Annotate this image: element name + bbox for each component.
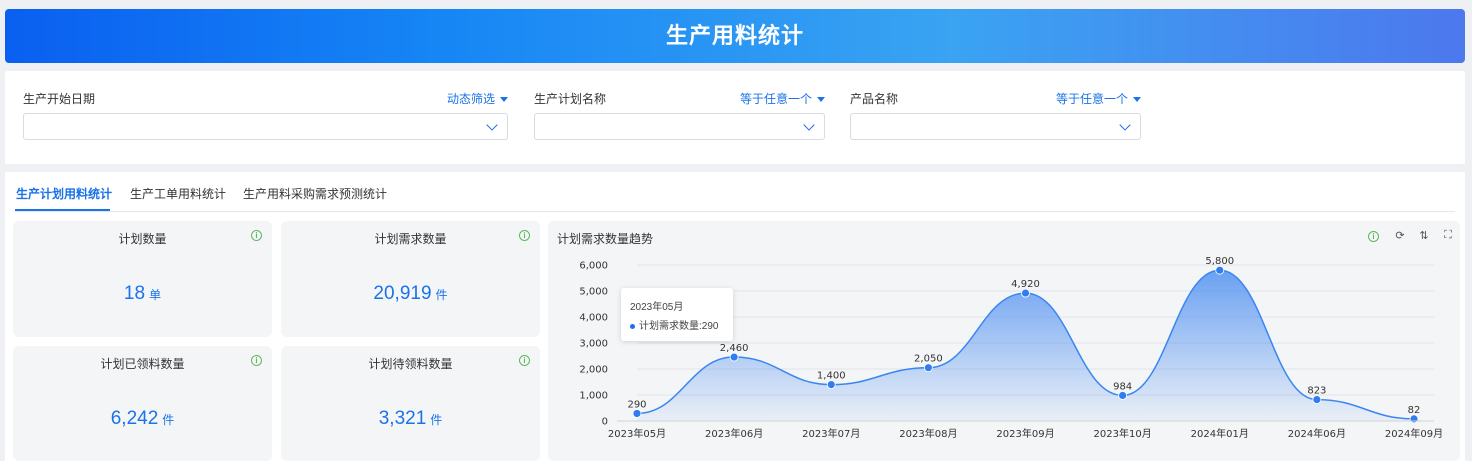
data-label: 1,400	[817, 371, 846, 382]
filter-mode-dropdown[interactable]: 动态筛选	[447, 90, 508, 107]
filter-mode-label: 等于任意一个	[739, 92, 812, 106]
y-tick-label: 3,000	[579, 339, 608, 350]
data-label: 290	[627, 399, 646, 410]
filter-mode-dropdown[interactable]: 等于任意一个	[1056, 90, 1141, 107]
data-point	[1409, 414, 1419, 424]
kpi-card-plan-count: 计划数量 i 18 单	[13, 221, 272, 337]
card-unit: 件	[430, 413, 443, 427]
y-tick-label: 6,000	[579, 261, 608, 272]
x-tick-label: 2024年06月	[1288, 427, 1346, 440]
filter-mode-label: 等于任意一个	[1055, 92, 1128, 106]
card-unit: 件	[162, 413, 175, 427]
y-tick-label: 1,000	[579, 391, 608, 402]
tab-purchase-forecast[interactable]: 生产用料采购需求预测统计	[243, 185, 387, 202]
x-tick-label: 2024年09月	[1385, 427, 1443, 440]
data-point	[1118, 391, 1128, 400]
kpi-card-plan-demand: 计划需求数量 i 20,919 件	[281, 221, 540, 337]
y-tick-label: 2,000	[579, 365, 608, 376]
data-point	[826, 380, 836, 390]
filter-mode-label: 动态筛选	[446, 92, 495, 106]
tab-workorder-material[interactable]: 生产工单用料统计	[130, 185, 226, 202]
x-tick-label: 2024年01月	[1191, 427, 1249, 440]
chevron-down-icon	[803, 119, 815, 131]
x-tick-label: 2023年05月	[608, 427, 666, 440]
filter-mode-dropdown[interactable]: 等于任意一个	[740, 90, 825, 107]
card-number: 20,919	[373, 283, 432, 304]
data-label: 2,050	[914, 354, 943, 365]
data-label: 984	[1113, 381, 1132, 392]
info-icon[interactable]: i	[519, 230, 530, 241]
data-point	[632, 409, 642, 418]
y-tick-label: 4,000	[579, 313, 608, 324]
card-title: 计划数量	[118, 232, 167, 246]
data-point	[1312, 395, 1322, 405]
data-point	[923, 363, 933, 373]
active-tab-indicator	[15, 209, 110, 211]
x-tick-label: 2023年09月	[996, 427, 1054, 440]
card-value: 18 单	[13, 283, 272, 305]
y-tick-label: 5,000	[579, 287, 608, 298]
tab-plan-material[interactable]: 生产计划用料统计	[16, 185, 112, 202]
card-title: 计划已领料数量	[100, 357, 185, 371]
x-tick-label: 2023年06月	[705, 427, 763, 440]
card-value: 6,242 件	[13, 408, 272, 430]
data-label: 82	[1408, 405, 1421, 416]
data-label: 2,460	[720, 343, 749, 354]
filter-bar: 生产开始日期 动态筛选 生产计划名称 等于任意一个 产品名称 等于任意一个	[5, 71, 1465, 164]
tooltip-value: 计划需求数量:290	[639, 321, 719, 332]
card-value: 3,321 件	[281, 408, 540, 430]
filter-label: 产品名称	[850, 92, 899, 106]
info-icon[interactable]: i	[251, 230, 262, 241]
x-tick-label: 2023年07月	[802, 427, 860, 440]
data-point	[1021, 288, 1030, 298]
chart-panel: 计划需求数量趋势 i ⟳ ⇅ ⛶ 290 2,460 1,400 2,050 4,920…	[548, 221, 1460, 461]
card-number: 3,321	[378, 408, 427, 429]
filter-label: 生产计划名称	[534, 92, 607, 106]
plan-name-select[interactable]	[534, 113, 825, 140]
card-value: 20,919 件	[281, 283, 540, 305]
product-name-select[interactable]	[850, 113, 1141, 140]
card-number: 6,242	[110, 408, 159, 429]
info-icon[interactable]: i	[519, 355, 530, 366]
x-tick-label: 2023年08月	[899, 427, 957, 440]
series-dot	[630, 323, 635, 329]
kpi-card-pending: 计划待领料数量 i 3,321 件	[281, 346, 540, 461]
start-date-select[interactable]	[23, 113, 508, 140]
card-number: 18	[123, 283, 146, 304]
card-unit: 单	[149, 288, 162, 302]
card-title: 计划需求数量	[374, 232, 447, 246]
card-title: 计划待领料数量	[368, 357, 453, 371]
data-label: 5,800	[1205, 256, 1234, 267]
page-title: 生产用料统计	[665, 23, 804, 48]
data-label: 823	[1307, 386, 1326, 397]
chevron-down-icon	[1119, 119, 1131, 131]
trend-chart: 290 2,460 1,400 2,050 4,920 984 5,800 823 82 0 1,…	[579, 256, 1443, 440]
content-panel: 生产计划用料统计 生产工单用料统计 生产用料采购需求预测统计 计划数量 i 18…	[5, 172, 1465, 461]
tooltip-title: 2023年05月	[630, 302, 684, 313]
data-point	[729, 352, 739, 362]
data-point	[1215, 265, 1225, 275]
chart-tooltip: 2023年05月 计划需求数量:290	[621, 288, 733, 341]
y-tick-label: 0	[602, 417, 608, 428]
x-tick-label: 2023年10月	[1094, 427, 1152, 440]
chevron-down-icon	[486, 119, 498, 131]
kpi-card-picked: 计划已领料数量 i 6,242 件	[13, 346, 272, 461]
caret-down-icon	[817, 97, 825, 103]
page-header: 生产用料统计	[5, 9, 1465, 63]
info-icon[interactable]: i	[251, 355, 262, 366]
filter-label: 生产开始日期	[23, 92, 96, 106]
caret-down-icon	[500, 97, 508, 103]
tooltip-row: 计划需求数量:290	[630, 317, 718, 332]
caret-down-icon	[1133, 97, 1141, 103]
tab-bar: 生产计划用料统计 生产工单用料统计 生产用料采购需求预测统计	[15, 172, 1455, 212]
card-unit: 件	[435, 288, 448, 302]
data-label: 4,920	[1011, 279, 1040, 290]
